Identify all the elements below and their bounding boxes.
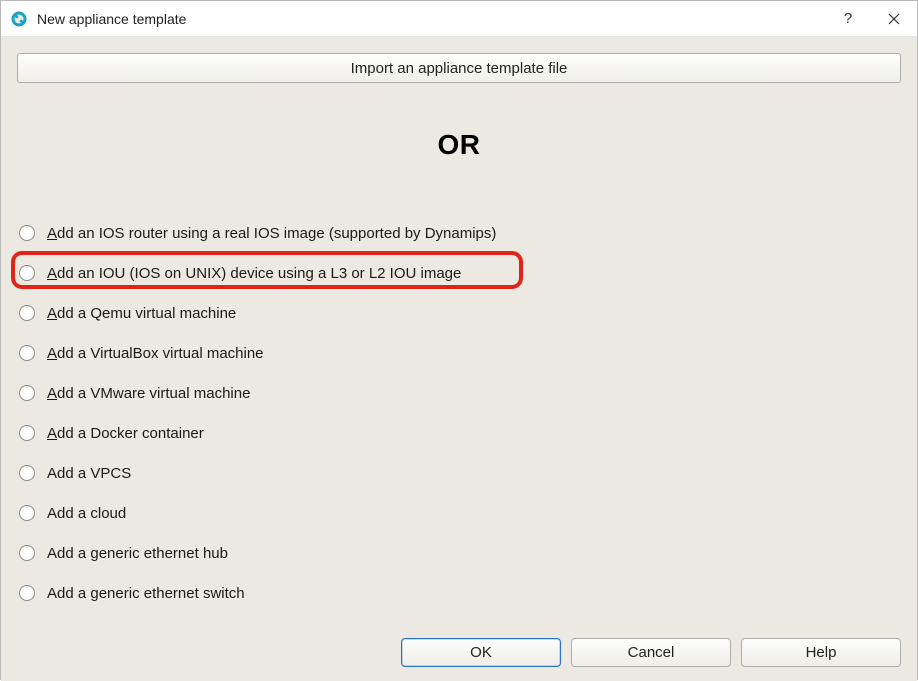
- radio-label: Add a cloud: [47, 505, 126, 522]
- import-appliance-label: Import an appliance template file: [351, 60, 568, 77]
- radio-option[interactable]: Add an IOS router using a real IOS image…: [17, 213, 901, 253]
- mnemonic-char: A: [47, 345, 57, 362]
- radio-icon: [19, 385, 35, 401]
- window-title: New appliance template: [37, 11, 825, 27]
- cancel-button[interactable]: Cancel: [571, 638, 731, 667]
- help-label: Help: [806, 644, 837, 661]
- radio-icon: [19, 305, 35, 321]
- radio-option[interactable]: Add a VirtualBox virtual machine: [17, 333, 901, 373]
- mnemonic-char: A: [47, 425, 57, 442]
- ok-label: OK: [470, 644, 492, 661]
- radio-label-text: Add a generic ethernet switch: [47, 585, 245, 602]
- mnemonic-char: A: [47, 305, 57, 322]
- window-controls: ?: [825, 1, 917, 36]
- radio-label: Add a VMware virtual machine: [47, 385, 250, 402]
- radio-label-text: dd a VMware virtual machine: [57, 385, 250, 402]
- mnemonic-char: A: [47, 225, 57, 242]
- radio-option[interactable]: Add a Qemu virtual machine: [17, 293, 901, 333]
- radio-label: Add a VPCS: [47, 465, 131, 482]
- radio-icon: [19, 465, 35, 481]
- radio-label-text: dd a VirtualBox virtual machine: [57, 345, 264, 362]
- mnemonic-char: A: [47, 385, 57, 402]
- radio-option[interactable]: Add a VPCS: [17, 453, 901, 493]
- help-button[interactable]: Help: [741, 638, 901, 667]
- radio-option[interactable]: Add a cloud: [17, 493, 901, 533]
- radio-icon: [19, 265, 35, 281]
- import-appliance-button[interactable]: Import an appliance template file: [17, 53, 901, 83]
- help-icon: ?: [844, 10, 852, 27]
- ok-button[interactable]: OK: [401, 638, 561, 667]
- help-titlebar-button[interactable]: ?: [825, 1, 871, 36]
- radio-label: Add a Docker container: [47, 425, 204, 442]
- radio-option[interactable]: Add a generic ethernet switch: [17, 573, 901, 613]
- radio-icon: [19, 345, 35, 361]
- mnemonic-char: A: [47, 265, 57, 282]
- titlebar: New appliance template ?: [1, 1, 917, 37]
- radio-icon: [19, 425, 35, 441]
- radio-option[interactable]: Add a Docker container: [17, 413, 901, 453]
- radio-icon: [19, 225, 35, 241]
- radio-label-text: dd an IOS router using a real IOS image …: [57, 225, 496, 242]
- radio-label: Add a Qemu virtual machine: [47, 305, 236, 322]
- radio-label-text: dd a Docker container: [57, 425, 204, 442]
- radio-label-text: Add a cloud: [47, 505, 126, 522]
- radio-label-text: Add a generic ethernet hub: [47, 545, 228, 562]
- dialog-body: Import an appliance template file OR Add…: [1, 37, 917, 681]
- radio-label: Add a generic ethernet switch: [47, 585, 245, 602]
- close-icon: [888, 13, 900, 25]
- radio-label: Add a VirtualBox virtual machine: [47, 345, 264, 362]
- radio-label-text: Add a VPCS: [47, 465, 131, 482]
- radio-label: Add an IOS router using a real IOS image…: [47, 225, 496, 242]
- close-button[interactable]: [871, 1, 917, 36]
- cancel-label: Cancel: [628, 644, 675, 661]
- options-group: Add an IOS router using a real IOS image…: [17, 213, 901, 632]
- radio-label: Add an IOU (IOS on UNIX) device using a …: [47, 265, 461, 282]
- radio-label: Add a generic ethernet hub: [47, 545, 228, 562]
- radio-icon: [19, 505, 35, 521]
- radio-icon: [19, 545, 35, 561]
- radio-option[interactable]: Add an IOU (IOS on UNIX) device using a …: [17, 253, 901, 293]
- radio-label-text: dd a Qemu virtual machine: [57, 305, 236, 322]
- radio-icon: [19, 585, 35, 601]
- or-heading: OR: [17, 129, 901, 161]
- app-icon: [9, 9, 29, 29]
- radio-option[interactable]: Add a VMware virtual machine: [17, 373, 901, 413]
- radio-label-text: dd an IOU (IOS on UNIX) device using a L…: [57, 265, 461, 282]
- radio-option[interactable]: Add a generic ethernet hub: [17, 533, 901, 573]
- dialog-footer: OK Cancel Help: [17, 632, 901, 667]
